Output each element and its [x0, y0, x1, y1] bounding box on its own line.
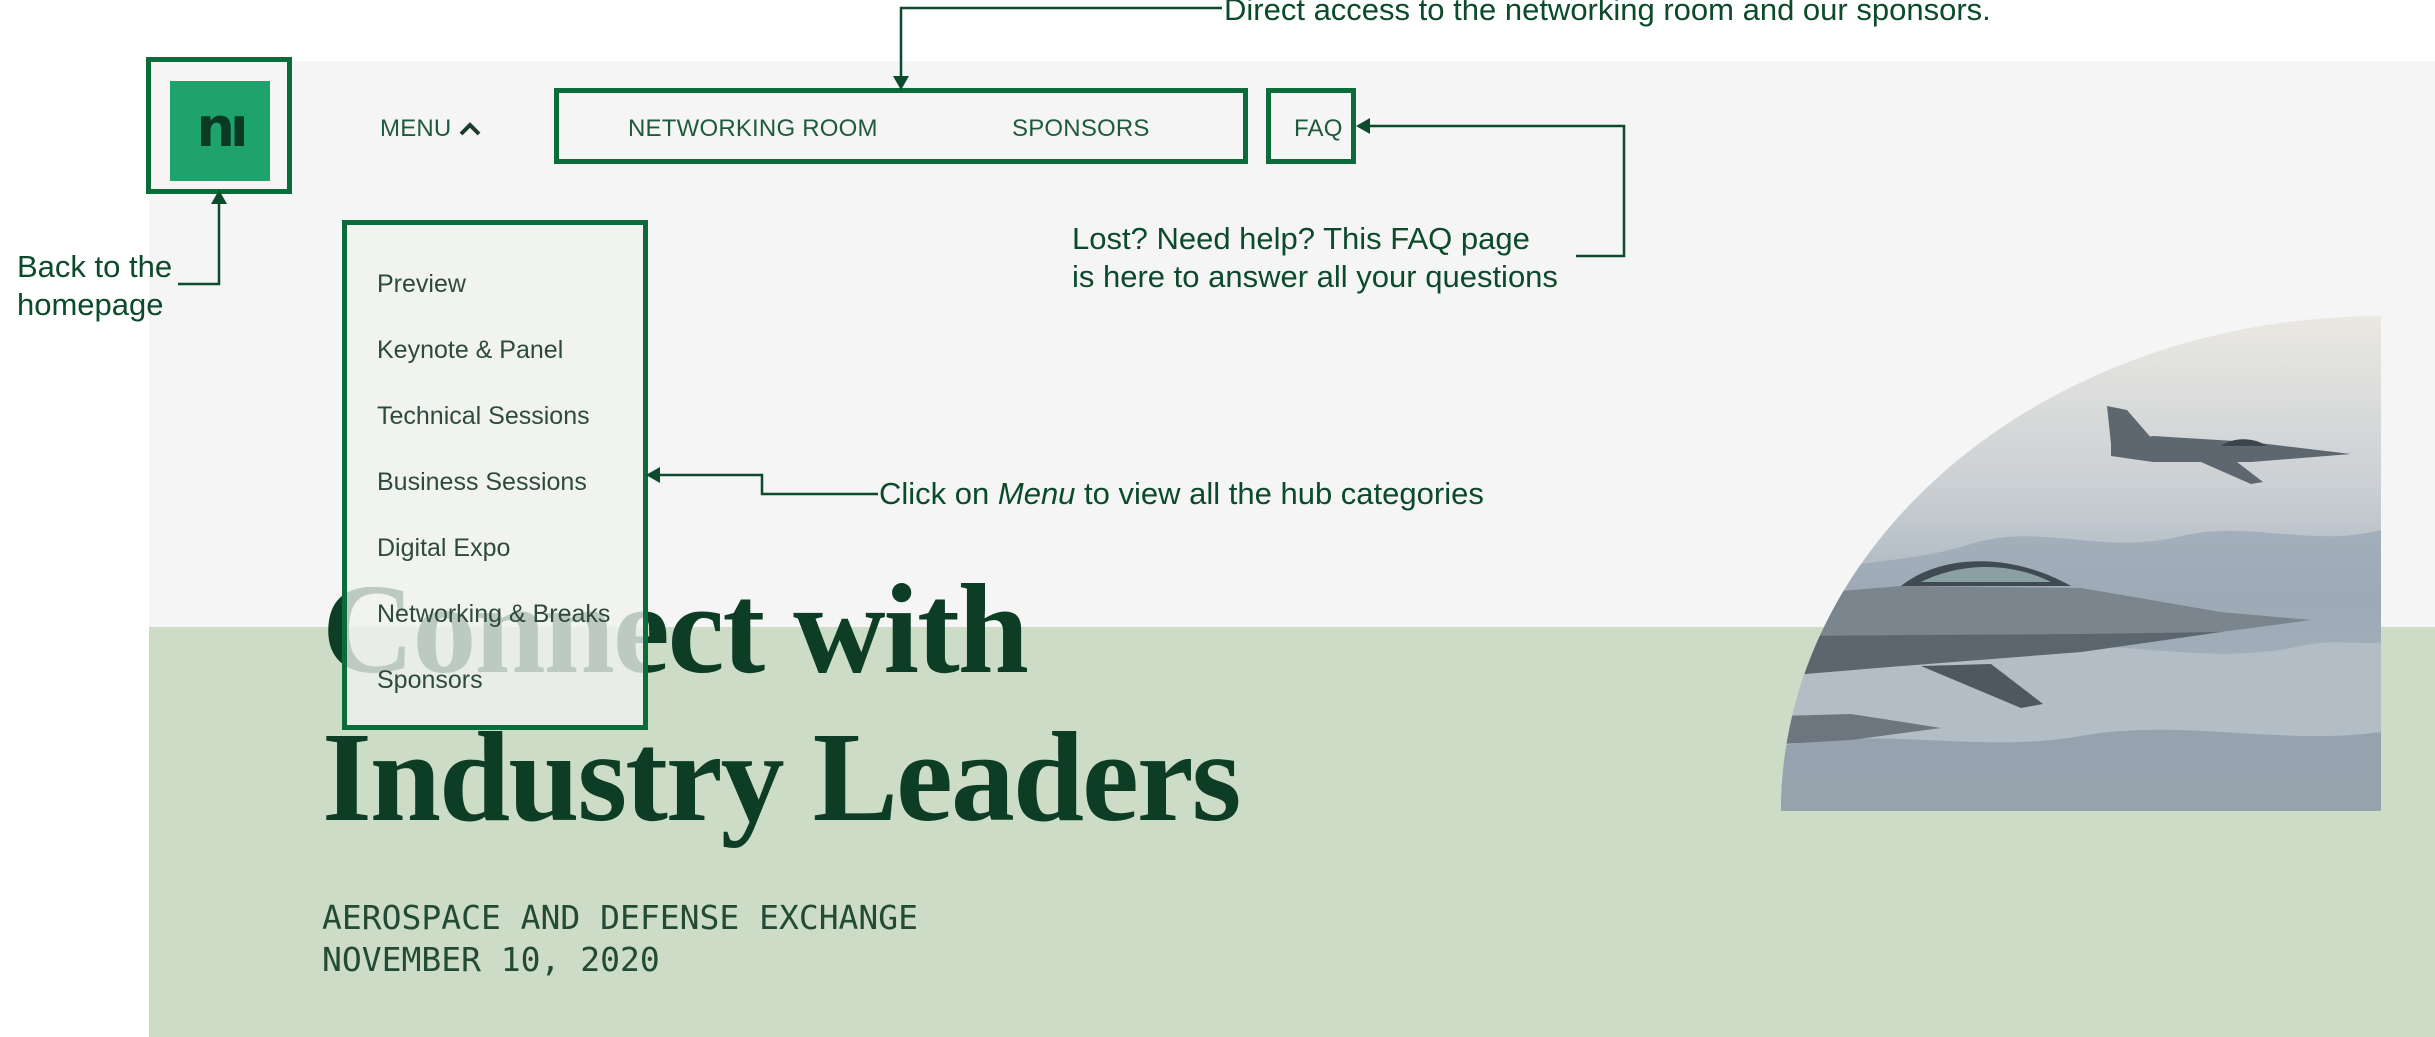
annotation-home: Back to the homepage — [17, 248, 172, 324]
annotation-menu-em: Menu — [997, 476, 1076, 511]
annotation-faq: Lost? Need help? This FAQ page is here t… — [1072, 220, 1558, 296]
annotation-nav: Direct access to the networking room and… — [1224, 0, 1991, 27]
annotation-menu: Click on Menu to view all the hub catego… — [879, 475, 1484, 513]
annotation-menu-pre: Click on — [879, 476, 998, 511]
annotation-faq-line-2: is here to answer all your questions — [1072, 259, 1558, 294]
annotation-menu-post: to view all the hub categories — [1075, 476, 1484, 511]
annotation-lines — [178, 6, 1626, 496]
annotation-home-line-1: Back to the — [17, 249, 173, 284]
annotation-home-line-2: homepage — [17, 287, 164, 322]
annotation-faq-line-1: Lost? Need help? This FAQ page — [1072, 221, 1530, 256]
